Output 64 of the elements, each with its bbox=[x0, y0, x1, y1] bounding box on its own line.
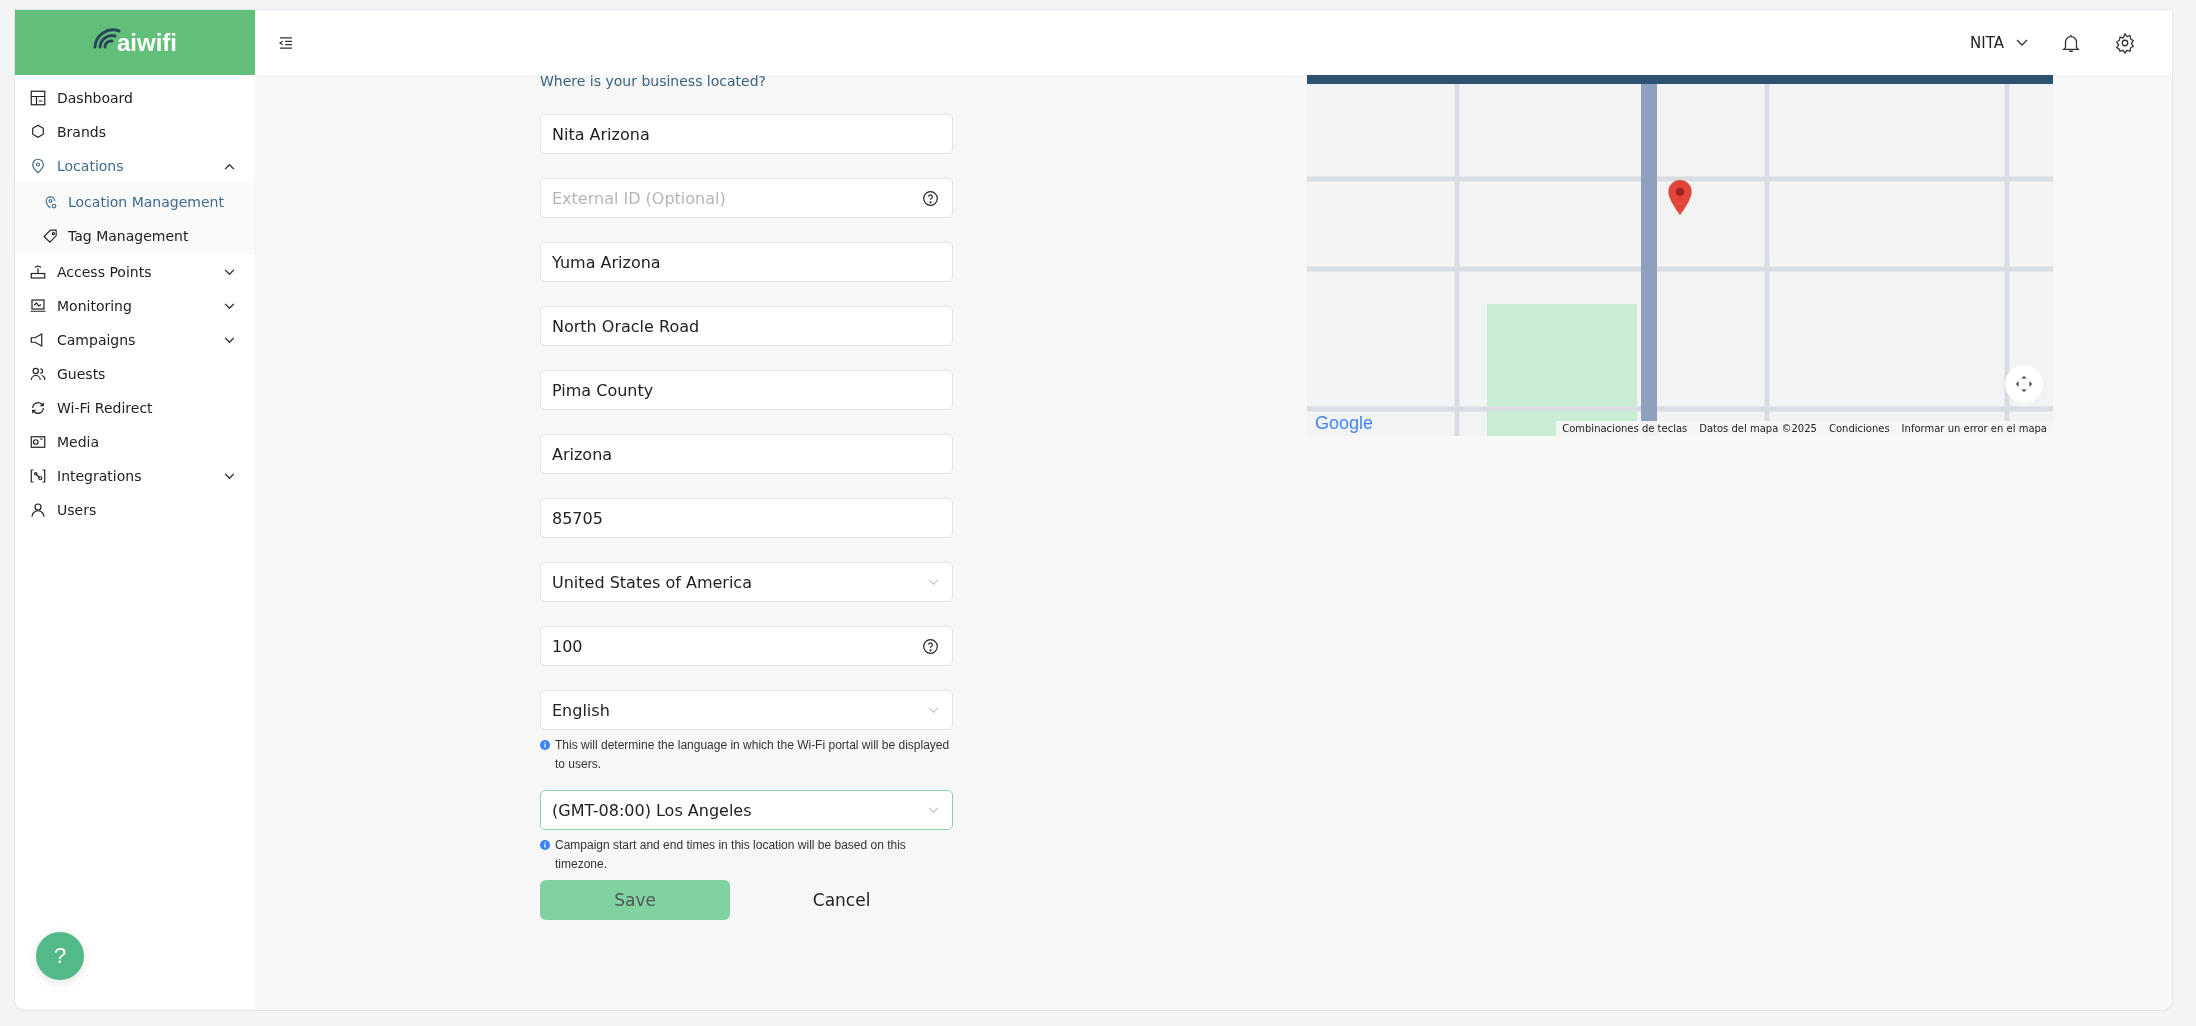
help-icon[interactable] bbox=[922, 637, 939, 655]
info-icon bbox=[540, 840, 550, 850]
menu-icon bbox=[29, 467, 47, 485]
sidebar-item[interactable]: Monitoring bbox=[15, 289, 255, 323]
save-button[interactable]: Save bbox=[540, 880, 731, 920]
menu-icon bbox=[29, 501, 47, 519]
menu-icon bbox=[29, 123, 47, 141]
form-question: Where is your business located? bbox=[540, 73, 768, 89]
menu-icon bbox=[29, 157, 47, 175]
four-arrows-icon bbox=[2015, 375, 2033, 393]
sidebar-item[interactable]: Access Points bbox=[15, 255, 255, 289]
select-field[interactable]: English bbox=[540, 690, 953, 730]
submenu-icon bbox=[42, 227, 59, 245]
input-field[interactable]: Nita Arizona bbox=[540, 114, 953, 154]
location-pin-icon bbox=[1667, 180, 1693, 216]
input-field[interactable]: 85705 bbox=[540, 498, 953, 538]
info-icon bbox=[540, 740, 550, 750]
settings-icon[interactable] bbox=[2114, 31, 2136, 54]
menu-icon bbox=[29, 263, 47, 281]
chevron-icon bbox=[224, 472, 235, 480]
map-attribution-link[interactable]: Combinaciones de teclas bbox=[1562, 423, 1688, 434]
chevron-icon bbox=[224, 302, 235, 310]
dropdown-chevron-icon bbox=[928, 806, 939, 814]
brand-logo-text: aiwifi bbox=[117, 28, 177, 57]
sidebar-item[interactable]: Guests bbox=[15, 357, 255, 391]
dropdown-chevron-icon bbox=[928, 578, 939, 586]
sidebar-item[interactable]: Dashboard bbox=[15, 81, 255, 115]
select-field[interactable]: (GMT-08:00) Los Angeles bbox=[540, 790, 953, 830]
map-attribution-link[interactable]: Condiciones bbox=[1828, 423, 1890, 434]
help-icon[interactable] bbox=[922, 189, 939, 207]
user-menu[interactable]: NITA bbox=[1970, 33, 2004, 52]
map-logo: Google bbox=[1315, 413, 1374, 434]
fullscreen-button[interactable] bbox=[2005, 365, 2043, 403]
menu-icon bbox=[29, 365, 47, 383]
menu-icon bbox=[29, 297, 47, 315]
chevron-icon[interactable] bbox=[2016, 38, 2028, 47]
input-field[interactable]: Pima County bbox=[540, 370, 953, 410]
menu-icon bbox=[29, 433, 47, 451]
sidebar-item[interactable]: Locations bbox=[15, 149, 255, 183]
input-field[interactable]: Arizona bbox=[540, 434, 953, 474]
input-field[interactable]: Yuma Arizona bbox=[540, 242, 953, 282]
chevron-icon bbox=[224, 336, 235, 344]
field-hint: Campaign start and end times in this location will be based on this timezone. bbox=[555, 837, 907, 873]
field-hint: This will determine the language in which the Wi-Fi portal will be displayed to users. bbox=[555, 737, 951, 773]
sidebar-item[interactable]: Media bbox=[15, 425, 255, 459]
collapse-menu-icon[interactable] bbox=[279, 36, 293, 49]
sidebar-item[interactable]: Users bbox=[15, 493, 255, 527]
map-attribution-link[interactable]: Informar un error en el mapa bbox=[1901, 423, 2047, 434]
sidebar-subitem[interactable]: Location Management bbox=[15, 185, 255, 219]
select-field[interactable]: United States of America bbox=[540, 562, 953, 602]
map-attribution-link[interactable]: Datos del mapa ©2025 bbox=[1699, 423, 1817, 434]
dropdown-chevron-icon bbox=[928, 706, 939, 714]
sidebar-item[interactable]: Integrations bbox=[15, 459, 255, 493]
sidebar-item[interactable]: Brands bbox=[15, 115, 255, 149]
input-field[interactable]: North Oracle Road bbox=[540, 306, 953, 346]
chevron-icon bbox=[224, 268, 235, 276]
sidebar-item[interactable]: Wi-Fi Redirect bbox=[15, 391, 255, 425]
menu-icon bbox=[29, 399, 47, 417]
chevron-icon bbox=[224, 162, 235, 170]
sidebar-item[interactable]: Campaigns bbox=[15, 323, 255, 357]
input-field[interactable]: 100 bbox=[540, 626, 953, 666]
menu-icon bbox=[29, 89, 47, 107]
sidebar-subitem[interactable]: Tag Management bbox=[15, 219, 255, 253]
cancel-button[interactable]: Cancel bbox=[730, 880, 953, 920]
